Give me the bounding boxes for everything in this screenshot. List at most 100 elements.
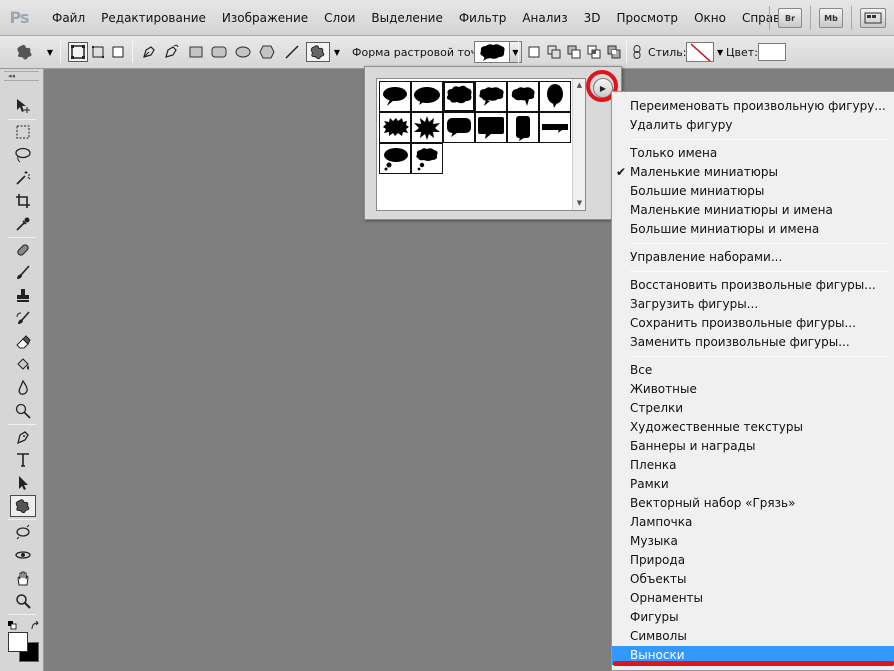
shape-thumbnail[interactable]	[443, 112, 475, 143]
menu-item[interactable]: Природа	[612, 551, 894, 570]
screen-mode-button[interactable]	[860, 8, 886, 28]
menu-item[interactable]: Фигуры	[612, 608, 894, 627]
move-tool[interactable]	[10, 95, 36, 117]
rectangular-marquee-tool[interactable]	[10, 121, 36, 143]
style-swatch[interactable]	[686, 42, 714, 62]
shape-thumbnail[interactable]	[507, 112, 539, 143]
spot-healing-tool[interactable]	[10, 239, 36, 261]
menu-view[interactable]: Просмотр	[608, 0, 686, 36]
shape-thumbnail[interactable]	[411, 81, 443, 112]
menu-item[interactable]: Художественные текстуры	[612, 418, 894, 437]
style-picker[interactable]: ▼	[686, 42, 723, 62]
menu-item[interactable]: Лампочка	[612, 513, 894, 532]
shape-thumbnail[interactable]	[411, 112, 443, 143]
rounded-rectangle-button[interactable]	[209, 42, 229, 62]
menu-item[interactable]: Восстановить произвольные фигуры...	[612, 276, 894, 295]
line-tool-button[interactable]	[282, 42, 302, 62]
eyedropper-tool[interactable]	[10, 213, 36, 235]
quick-selection-tool[interactable]	[10, 167, 36, 189]
shape-thumbnail[interactable]	[475, 112, 507, 143]
history-brush-tool[interactable]	[10, 308, 36, 330]
menu-item[interactable]: Заменить произвольные фигуры...	[612, 333, 894, 352]
menu-item[interactable]: Животные	[612, 380, 894, 399]
foreground-color[interactable]	[8, 632, 28, 652]
type-tool[interactable]	[10, 449, 36, 471]
freeform-pen-button[interactable]	[161, 42, 181, 62]
eraser-tool[interactable]	[10, 331, 36, 353]
menu-analysis[interactable]: Анализ	[514, 0, 575, 36]
clone-stamp-tool[interactable]	[10, 285, 36, 307]
menu-item[interactable]: Большие миниатюры и имена	[612, 220, 894, 239]
menu-item[interactable]: Сохранить произвольные фигуры...	[612, 314, 894, 333]
menu-item[interactable]: Векторный набор «Грязь»	[612, 494, 894, 513]
paint-bucket-tool[interactable]	[10, 354, 36, 376]
scroll-up-arrow[interactable]: ▲	[573, 79, 586, 92]
swap-colors-icon[interactable]	[30, 621, 40, 631]
menu-image[interactable]: Изображение	[214, 0, 316, 36]
menu-select[interactable]: Выделение	[363, 0, 450, 36]
menu-item[interactable]: Загрузить фигуры...	[612, 295, 894, 314]
shape-thumbnail[interactable]	[379, 81, 411, 112]
polygon-tool-button[interactable]	[257, 42, 277, 62]
menu-item[interactable]: Музыка	[612, 532, 894, 551]
menu-item[interactable]: Баннеры и награды	[612, 437, 894, 456]
zoom-tool[interactable]	[10, 590, 36, 612]
pen-tool-button[interactable]	[139, 42, 159, 62]
shape-layers-button[interactable]	[68, 42, 88, 62]
dodge-tool[interactable]	[10, 400, 36, 422]
menu-item[interactable]: Переименовать произвольную фигуру...	[612, 97, 894, 116]
shape-thumbnail[interactable]	[379, 143, 411, 174]
exclude-shape-button[interactable]	[604, 42, 624, 62]
path-selection-tool[interactable]	[10, 472, 36, 494]
geometry-options-dropdown[interactable]: ▼	[332, 42, 342, 62]
shape-thumbnail[interactable]	[379, 112, 411, 143]
menu-item[interactable]: Символы	[612, 627, 894, 646]
color-swatch[interactable]	[758, 43, 786, 61]
style-dropdown-arrow[interactable]: ▼	[717, 48, 723, 57]
panel-collapse-grip[interactable]: ◂◂	[4, 71, 39, 81]
shape-picker[interactable]: ▼	[474, 41, 522, 63]
menu-item[interactable]: Только имена	[612, 144, 894, 163]
lasso-tool[interactable]	[10, 144, 36, 166]
brush-tool[interactable]	[10, 262, 36, 284]
menu-item[interactable]: Маленькие миниатюры и имена	[612, 201, 894, 220]
menu-item[interactable]: Управление наборами...	[612, 248, 894, 267]
shape-thumbnail[interactable]	[507, 81, 539, 112]
menu-window[interactable]: Окно	[686, 0, 734, 36]
menu-3d[interactable]: 3D	[576, 0, 609, 36]
3d-rotate-tool[interactable]	[10, 521, 36, 543]
tool-preset-button[interactable]	[14, 42, 36, 62]
menu-item[interactable]: Все	[612, 361, 894, 380]
shape-preview[interactable]	[474, 41, 510, 63]
ellipse-tool-button[interactable]	[233, 42, 253, 62]
pen-tool[interactable]	[10, 426, 36, 448]
menu-edit[interactable]: Редактирование	[93, 0, 214, 36]
shape-grid-scrollbar[interactable]: ▲ ▼	[572, 79, 585, 210]
fill-pixels-button[interactable]	[108, 42, 128, 62]
intersect-shape-button[interactable]	[584, 42, 604, 62]
menu-item[interactable]: Удалить фигуру	[612, 116, 894, 135]
crop-tool[interactable]	[10, 190, 36, 212]
menu-filter[interactable]: Фильтр	[451, 0, 514, 36]
shape-thumbnail[interactable]	[539, 81, 571, 112]
shape-picker-dropdown[interactable]: ▼	[510, 41, 522, 63]
scroll-down-arrow[interactable]: ▼	[573, 197, 586, 210]
menu-item[interactable]: Стрелки	[612, 399, 894, 418]
menu-item[interactable]: ✔ Маленькие миниатюры	[612, 163, 894, 182]
default-colors-icon[interactable]	[8, 621, 18, 631]
menu-layers[interactable]: Слои	[316, 0, 363, 36]
rectangle-tool-button[interactable]	[186, 42, 206, 62]
menu-item[interactable]: Рамки	[612, 475, 894, 494]
menu-item[interactable]: Большие миниатюры	[612, 182, 894, 201]
subtract-shape-button[interactable]	[564, 42, 584, 62]
menu-item[interactable]: Пленка	[612, 456, 894, 475]
mini-bridge-button[interactable]: Mb	[819, 8, 843, 28]
color-swatch-button[interactable]	[758, 42, 786, 62]
link-layer-button[interactable]	[631, 42, 643, 62]
tool-preset-dropdown[interactable]: ▼	[44, 42, 56, 62]
custom-shape-tool[interactable]	[10, 495, 36, 517]
bridge-button[interactable]: Br	[778, 8, 802, 28]
menu-item[interactable]: Орнаменты	[612, 589, 894, 608]
paths-button[interactable]	[88, 42, 108, 62]
shape-thumbnail[interactable]	[443, 81, 475, 112]
